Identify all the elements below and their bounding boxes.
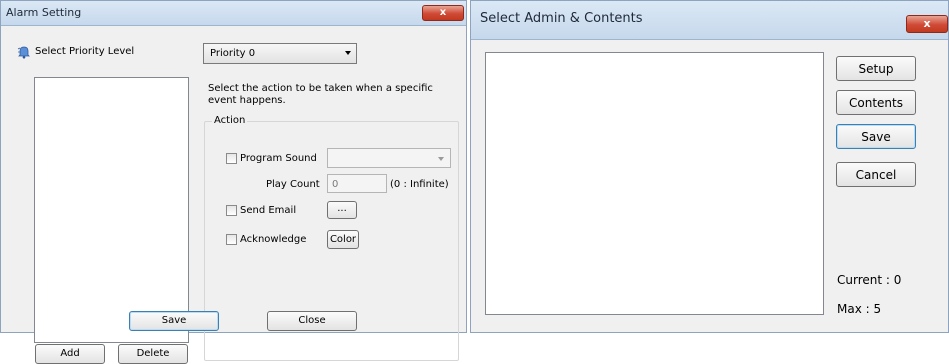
- alarm-close-button[interactable]: Close: [267, 311, 357, 331]
- priority-list[interactable]: [34, 77, 189, 343]
- chevron-down-icon: [438, 157, 444, 161]
- priority-select[interactable]: Priority 0: [203, 43, 357, 64]
- acknowledge-checkbox[interactable]: [226, 234, 237, 245]
- action-group-label: Action: [212, 115, 248, 126]
- acknowledge-label: Acknowledge: [240, 234, 307, 245]
- alarm-close-icon[interactable]: x: [422, 5, 464, 21]
- chevron-down-icon: [345, 51, 351, 55]
- select-window-title: Select Admin & Contents: [480, 11, 643, 26]
- play-count-input[interactable]: 0: [327, 174, 387, 193]
- setup-button[interactable]: Setup: [836, 56, 916, 81]
- select-close-icon[interactable]: x: [906, 15, 948, 33]
- contents-button[interactable]: Contents: [836, 90, 916, 115]
- select-admin-contents-window: Select Admin & Contents x Setup Contents…: [470, 0, 949, 333]
- priority-select-value: Priority 0: [210, 48, 256, 59]
- select-title-bar[interactable]: Select Admin & Contents x: [471, 1, 948, 40]
- action-description: Select the action to be taken when a spe…: [208, 83, 433, 106]
- program-sound-label: Program Sound: [240, 153, 317, 164]
- play-count-value: 0: [332, 179, 339, 190]
- priority-level-label: Select Priority Level: [35, 46, 135, 57]
- program-sound-select[interactable]: [327, 148, 451, 168]
- max-count: Max : 5: [837, 302, 882, 316]
- send-email-checkbox[interactable]: [226, 205, 237, 216]
- delete-button[interactable]: Delete: [118, 344, 188, 364]
- cancel-button[interactable]: Cancel: [836, 162, 916, 187]
- bell-icon: [17, 45, 31, 59]
- color-button[interactable]: Color: [327, 230, 359, 249]
- send-email-label: Send Email: [240, 205, 297, 216]
- alarm-window-title: Alarm Setting: [6, 6, 82, 19]
- email-browse-button[interactable]: ...: [327, 201, 357, 219]
- alarm-save-button[interactable]: Save: [129, 311, 219, 331]
- admin-contents-list[interactable]: [485, 52, 824, 315]
- play-count-label: Play Count: [266, 179, 320, 190]
- program-sound-checkbox[interactable]: [226, 153, 237, 164]
- alarm-title-bar[interactable]: Alarm Setting x: [1, 1, 466, 26]
- current-count: Current : 0: [837, 273, 902, 287]
- alarm-setting-window: Alarm Setting x Select Priority Level Pr…: [0, 0, 467, 364]
- add-button[interactable]: Add: [35, 344, 105, 364]
- play-count-hint: (0 : Infinite): [390, 179, 449, 190]
- select-save-button[interactable]: Save: [836, 124, 916, 149]
